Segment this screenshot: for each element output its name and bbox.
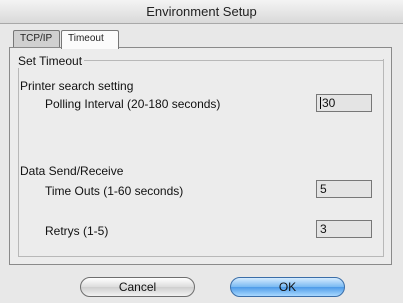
- cancel-button[interactable]: Cancel: [80, 277, 195, 297]
- text-caret: [320, 97, 321, 109]
- data-send-receive-heading: Data Send/Receive: [20, 164, 124, 178]
- window-title: Environment Setup: [0, 0, 403, 24]
- tab-timeout[interactable]: Timeout: [61, 30, 119, 49]
- polling-interval-value: 30: [322, 96, 336, 110]
- time-outs-field[interactable]: 5: [316, 180, 372, 198]
- set-timeout-title: Set Timeout: [16, 54, 85, 68]
- tab-tcp-ip[interactable]: TCP/IP: [13, 30, 60, 48]
- polling-interval-label: Polling Interval (20-180 seconds): [45, 97, 221, 111]
- printer-search-heading: Printer search setting: [20, 79, 134, 93]
- polling-interval-field[interactable]: 30: [316, 94, 372, 112]
- retrys-field[interactable]: 3: [316, 220, 372, 238]
- ok-button[interactable]: OK: [230, 277, 345, 297]
- retrys-label: Retrys (1-5): [45, 224, 109, 238]
- group-border-top: [72, 60, 384, 61]
- time-outs-label: Time Outs (1-60 seconds): [45, 184, 184, 198]
